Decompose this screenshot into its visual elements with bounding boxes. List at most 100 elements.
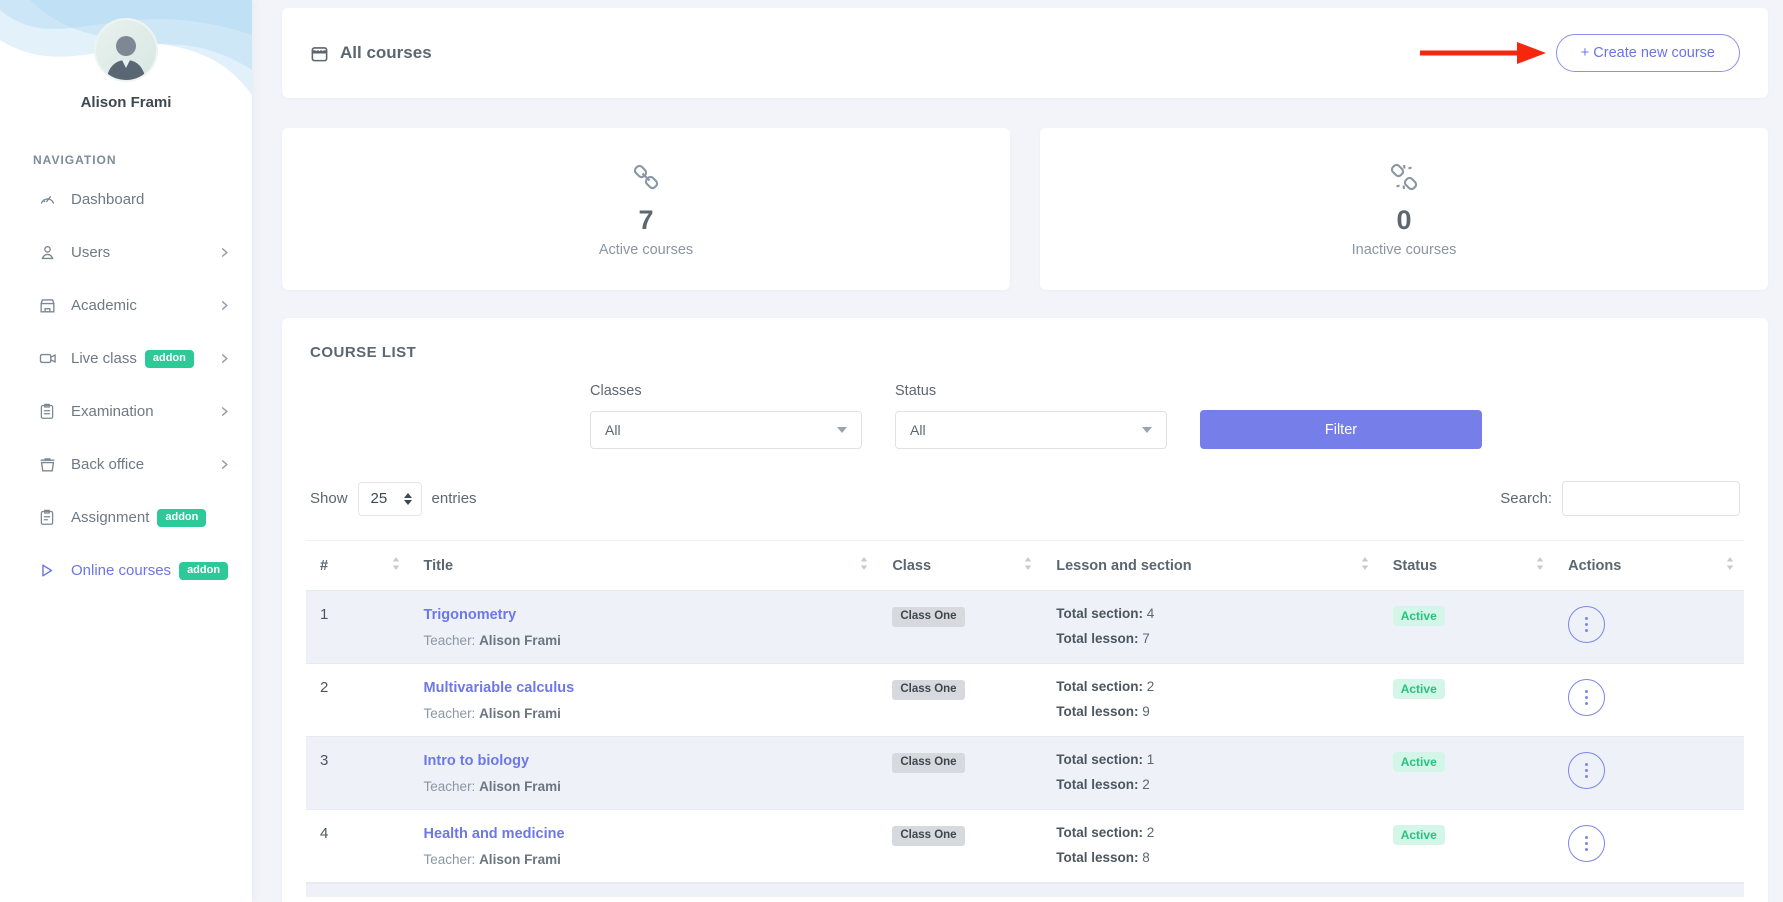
- chevron-right-icon: [219, 247, 230, 258]
- sort-icon: [1726, 557, 1734, 574]
- column-header-class[interactable]: Class: [878, 541, 1042, 591]
- total-lesson: Total lesson: 8: [1056, 850, 1368, 865]
- search-input[interactable]: [1562, 481, 1740, 516]
- page-size-select[interactable]: 25: [358, 482, 422, 516]
- sidebar-item-live-class[interactable]: Live class addon: [0, 332, 252, 385]
- row-number: 4: [320, 825, 328, 842]
- classes-filter-label: Classes: [590, 383, 862, 399]
- class-badge: Class One: [892, 607, 964, 627]
- stats-row: 7 Active courses 0 Inactive courses: [282, 128, 1768, 290]
- caret-down-icon: [1142, 427, 1152, 433]
- kebab-icon: [1585, 836, 1588, 851]
- table-row-partial: [306, 883, 1744, 897]
- sidebar-item-label: Live class: [71, 350, 137, 367]
- column-label: Lesson and section: [1056, 558, 1191, 574]
- row-actions-button[interactable]: [1568, 679, 1605, 716]
- sort-icon: [392, 557, 400, 574]
- total-lesson: Total lesson: 9: [1056, 704, 1368, 719]
- sort-icon: [1361, 557, 1369, 574]
- row-actions-button[interactable]: [1568, 752, 1605, 789]
- table-header-row: # Title Class Lesson and section Status Actio…: [306, 541, 1744, 591]
- spinner-icon: [404, 493, 412, 505]
- chevron-right-icon: [219, 353, 230, 364]
- active-courses-label: Active courses: [599, 242, 693, 258]
- inactive-courses-card: 0 Inactive courses: [1040, 128, 1768, 290]
- course-title-link[interactable]: Intro to biology: [424, 753, 530, 769]
- annotation-arrow: [1420, 42, 1546, 64]
- addon-badge: addon: [179, 562, 228, 580]
- sidebar-item-dashboard[interactable]: Dashboard: [0, 173, 252, 226]
- kebab-icon: [1585, 763, 1588, 778]
- course-title-link[interactable]: Multivariable calculus: [424, 680, 575, 696]
- column-header-[interactable]: #: [306, 541, 410, 591]
- addon-badge: addon: [145, 350, 194, 368]
- column-label: #: [320, 558, 328, 574]
- total-section: Total section: 2: [1056, 679, 1368, 694]
- sidebar-item-label: Dashboard: [71, 191, 144, 208]
- teacher-line: Teacher: Alison Frami: [424, 706, 869, 721]
- sidebar-item-assignment[interactable]: Assignment addon: [0, 491, 252, 544]
- status-select-value: All: [910, 422, 926, 438]
- kebab-icon: [1585, 617, 1588, 632]
- total-section: Total section: 1: [1056, 752, 1368, 767]
- column-header-title[interactable]: Title: [410, 541, 879, 591]
- inactive-courses-label: Inactive courses: [1352, 242, 1457, 258]
- sort-icon: [860, 557, 868, 574]
- sidebar-item-label: Assignment: [71, 509, 149, 526]
- kebab-icon: [1585, 690, 1588, 705]
- table-body: 1 Trigonometry Teacher: Alison Frami Class …: [306, 591, 1744, 883]
- filter-button[interactable]: Filter: [1200, 410, 1482, 449]
- row-number: 1: [320, 606, 328, 623]
- total-lesson: Total lesson: 7: [1056, 631, 1368, 646]
- sidebar-item-label: Back office: [71, 456, 144, 473]
- course-title-link[interactable]: Trigonometry: [424, 607, 517, 623]
- user-name: Alison Frami: [0, 94, 252, 111]
- table-row: 1TrigonometryTeacher: Alison FramiClass …: [306, 591, 1744, 664]
- status-badge: Active: [1393, 606, 1445, 626]
- calendar-icon: [310, 44, 329, 63]
- sidebar-item-back-office[interactable]: Back office: [0, 438, 252, 491]
- row-actions-button[interactable]: [1568, 825, 1605, 862]
- course-title-link[interactable]: Health and medicine: [424, 826, 565, 842]
- academic-icon: [38, 296, 58, 316]
- classes-select[interactable]: All: [590, 411, 862, 449]
- table-row: 4Health and medicineTeacher: Alison Fram…: [306, 810, 1744, 883]
- sidebar-item-examination[interactable]: Examination: [0, 385, 252, 438]
- search-label: Search:: [1500, 490, 1552, 507]
- column-header-actions[interactable]: Actions: [1554, 541, 1744, 591]
- sidebar-item-users[interactable]: Users: [0, 226, 252, 279]
- column-label: Class: [892, 558, 931, 574]
- nav-section-label: NAVIGATION: [33, 153, 252, 167]
- column-header-status[interactable]: Status: [1379, 541, 1554, 591]
- status-filter-label: Status: [895, 383, 1167, 399]
- course-list-card: COURSE LIST Classes All Status All Filte…: [282, 318, 1768, 902]
- live-class-icon: [38, 349, 58, 369]
- total-section: Total section: 4: [1056, 606, 1368, 621]
- column-label: Title: [424, 558, 454, 574]
- sidebar-nav: Dashboard Users Academic Live class addon Exa…: [0, 173, 252, 597]
- teacher-line: Teacher: Alison Frami: [424, 779, 869, 794]
- sidebar-item-label: Academic: [71, 297, 137, 314]
- course-table: # Title Class Lesson and section Status Actio…: [306, 540, 1744, 883]
- online-courses-icon: [38, 561, 58, 581]
- link-icon: [629, 160, 663, 199]
- status-badge: Active: [1393, 752, 1445, 772]
- sidebar-item-academic[interactable]: Academic: [0, 279, 252, 332]
- sidebar-item-online-courses[interactable]: Online coursesaddon: [0, 544, 252, 597]
- status-select[interactable]: All: [895, 411, 1167, 449]
- create-new-course-button[interactable]: + Create new course: [1556, 34, 1740, 72]
- avatar[interactable]: [94, 18, 158, 82]
- sort-icon: [1536, 557, 1544, 574]
- sidebar: Alison Frami NAVIGATION Dashboard Users Ac…: [0, 0, 252, 902]
- addon-badge: addon: [157, 509, 206, 527]
- sidebar-item-label: Examination: [71, 403, 154, 420]
- column-label: Status: [1393, 558, 1437, 574]
- status-badge: Active: [1393, 825, 1445, 845]
- column-header-lesson-and-section[interactable]: Lesson and section: [1042, 541, 1378, 591]
- row-number: 3: [320, 752, 328, 769]
- page-title: All courses: [340, 43, 432, 63]
- chevron-right-icon: [219, 459, 230, 470]
- class-badge: Class One: [892, 680, 964, 700]
- row-actions-button[interactable]: [1568, 606, 1605, 643]
- entries-label: entries: [432, 490, 477, 507]
